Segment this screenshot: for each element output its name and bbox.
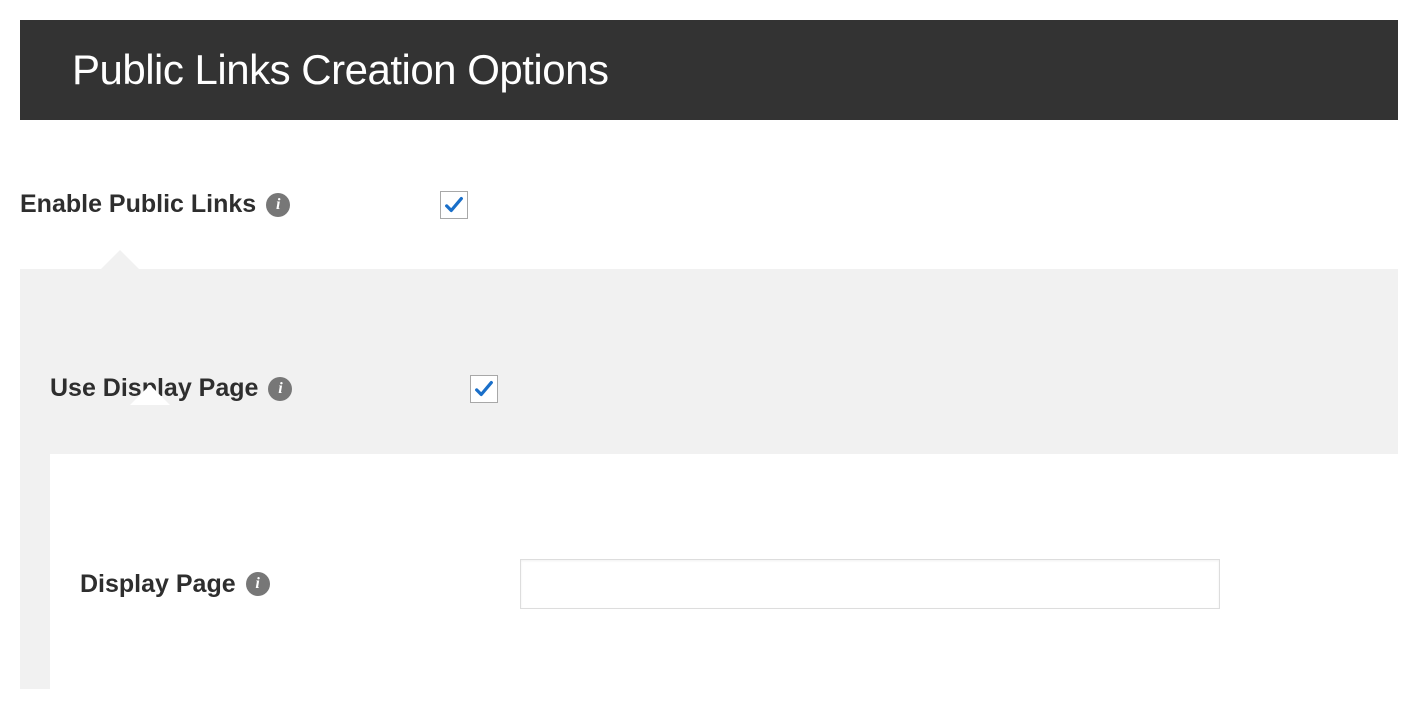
panel-title: Public Links Creation Options <box>72 46 1346 94</box>
use-display-page-section: Use Display Page i Display Page i <box>20 269 1398 689</box>
enable-public-links-section: Enable Public Links i <box>20 120 1398 269</box>
check-icon <box>443 194 465 216</box>
settings-panel: Public Links Creation Options Enable Pub… <box>0 0 1418 689</box>
display-page-label: Display Page <box>80 570 236 599</box>
enable-public-links-label: Enable Public Links <box>20 190 256 219</box>
section-caret <box>100 250 140 270</box>
use-display-page-row: Use Display Page i <box>20 374 1398 403</box>
enable-public-links-label-cell: Enable Public Links i <box>20 190 440 219</box>
enable-public-links-checkbox[interactable] <box>440 191 468 219</box>
display-page-row: Display Page i <box>50 559 1398 609</box>
info-icon[interactable]: i <box>266 193 290 217</box>
use-display-page-checkbox[interactable] <box>470 375 498 403</box>
display-page-label-cell: Display Page i <box>50 570 470 599</box>
check-icon <box>473 378 495 400</box>
info-icon[interactable]: i <box>246 572 270 596</box>
section-caret <box>130 385 170 405</box>
use-display-page-control <box>440 375 1398 403</box>
panel-header: Public Links Creation Options <box>20 20 1398 120</box>
use-display-page-label-cell: Use Display Page i <box>20 374 440 403</box>
info-icon[interactable]: i <box>268 377 292 401</box>
enable-public-links-control <box>440 191 1398 219</box>
display-page-input[interactable] <box>520 559 1220 609</box>
enable-public-links-row: Enable Public Links i <box>20 190 1398 219</box>
display-page-control <box>470 559 1398 609</box>
display-page-section: Display Page i <box>50 454 1398 689</box>
